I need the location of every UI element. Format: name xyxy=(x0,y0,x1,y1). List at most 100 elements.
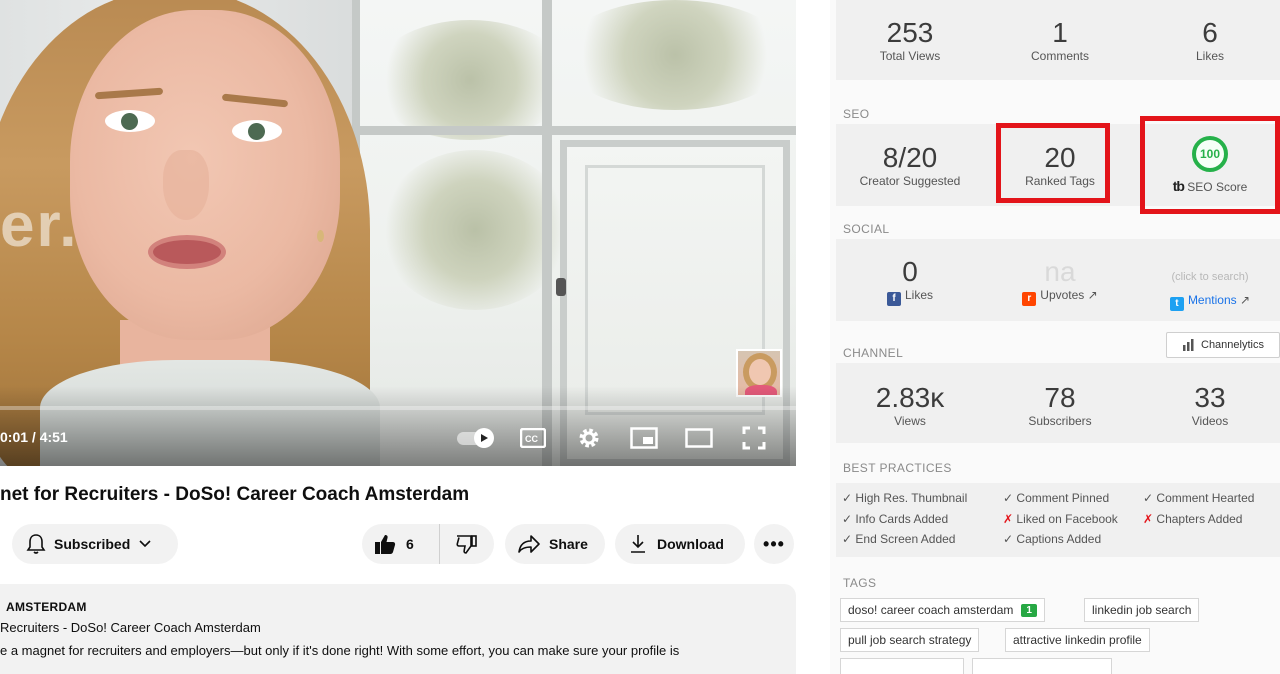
more-actions-button[interactable]: ••• xyxy=(754,524,794,564)
best-practice-item: ✓ End Screen Added xyxy=(842,532,956,546)
channel-views: 2.83ᴋ Views xyxy=(835,382,985,429)
stat-value: 78 xyxy=(1044,382,1076,413)
stat-label: Videos xyxy=(1191,414,1229,428)
subscribed-button[interactable]: Subscribed xyxy=(12,524,178,564)
stat-value: 1 xyxy=(1052,17,1068,48)
foliage xyxy=(370,20,570,140)
social-twitter[interactable]: (click to search) t Mentions ↗ xyxy=(1135,270,1280,311)
stat-label: Mentions xyxy=(1187,293,1237,307)
presenter-earring xyxy=(317,230,324,242)
stat-label: Creator Suggested xyxy=(859,174,961,188)
social-reddit[interactable]: na r Upvotes ↗ xyxy=(985,257,1135,306)
best-practice-item: ✓ Captions Added xyxy=(1003,532,1102,546)
stat-value: 6 xyxy=(1202,17,1218,48)
tag-chip[interactable] xyxy=(840,658,964,674)
tag-chip[interactable]: doso! career coach amsterdam 1 xyxy=(840,598,1045,622)
tag-rank-badge: 1 xyxy=(1021,603,1037,617)
share-arrow-icon xyxy=(518,535,540,553)
tag-text: pull job search strategy xyxy=(848,633,972,647)
stat-label: Total Views xyxy=(879,49,941,63)
tag-text: linkedin job search xyxy=(1092,603,1192,617)
stat-label: Comments xyxy=(1030,49,1089,63)
thumbs-down-icon xyxy=(456,535,477,554)
section-label-channel: CHANNEL xyxy=(843,346,904,360)
channel-subscribers: 78 Subscribers xyxy=(985,382,1135,429)
facebook-icon: f xyxy=(886,292,901,306)
description-line: e a magnet for recruiters and employers—… xyxy=(0,643,680,658)
stat-label: Likes xyxy=(1195,49,1224,63)
presenter-mouth xyxy=(148,235,226,269)
captions-icon[interactable]: CC xyxy=(518,424,548,452)
check-icon: ✓ xyxy=(1003,532,1014,546)
stat-value: 0 xyxy=(902,256,918,287)
like-button[interactable]: 6 xyxy=(362,524,440,564)
check-icon: ✓ xyxy=(842,532,853,546)
twitter-icon: t xyxy=(1169,297,1184,311)
video-title: net for Recruiters - DoSo! Career Coach … xyxy=(0,484,470,505)
cross-icon: ✗ xyxy=(1143,512,1154,526)
foliage xyxy=(560,0,790,110)
section-label-best-practices: BEST PRACTICES xyxy=(843,461,952,475)
stat-label: Views xyxy=(894,414,926,428)
miniplayer-icon[interactable] xyxy=(629,424,659,452)
like-dislike-group: 6 xyxy=(362,524,494,564)
section-label-seo: SEO xyxy=(843,107,870,121)
check-icon: ✓ xyxy=(842,491,853,505)
description-line: Recruiters - DoSo! Career Coach Amsterda… xyxy=(0,620,261,635)
tag-chip[interactable]: linkedin job search xyxy=(1084,598,1200,622)
like-count: 6 xyxy=(406,536,414,552)
settings-gear-icon[interactable] xyxy=(574,424,604,452)
tag-text: doso! career coach amsterdam xyxy=(848,603,1014,617)
tag-chip[interactable]: attractive linkedin profile xyxy=(1005,628,1150,652)
external-link-icon: ↗ xyxy=(1239,293,1251,307)
channelytics-label: Channelytics xyxy=(1201,339,1264,351)
tag-text: attractive linkedin profile xyxy=(1013,633,1142,647)
stat-label: Likes xyxy=(904,288,933,302)
autoplay-knob-icon[interactable] xyxy=(474,428,494,448)
more-dots-icon: ••• xyxy=(763,533,785,554)
tag-chip[interactable] xyxy=(972,658,1112,674)
stat-value: 33 xyxy=(1194,382,1226,413)
reddit-icon: r xyxy=(1022,292,1037,306)
section-label-tags: TAGS xyxy=(843,576,877,590)
time-display: 0:01 / 4:51 xyxy=(0,429,68,445)
stat-value: 2.83ᴋ xyxy=(875,382,945,413)
description-line: AMSTERDAM xyxy=(6,600,87,614)
video-player[interactable]: er. 0:01 / 4:51 CC xyxy=(0,0,796,466)
stat-value: 8/20 xyxy=(882,142,938,173)
theater-mode-icon[interactable] xyxy=(684,424,714,452)
seo-creator-suggested[interactable]: 8/20 Creator Suggested xyxy=(835,142,985,189)
presenter-eye xyxy=(105,110,155,132)
presenter-nose xyxy=(163,150,209,220)
door-handle xyxy=(556,278,566,296)
subscribed-label: Subscribed xyxy=(54,536,131,552)
highlight-box-ranked-tags xyxy=(996,123,1110,203)
description-box[interactable]: AMSTERDAM Recruiters - DoSo! Career Coac… xyxy=(0,584,796,674)
tag-chip[interactable]: pull job search strategy xyxy=(840,628,980,652)
social-hint: (click to search) xyxy=(1171,271,1249,283)
dislike-button[interactable] xyxy=(440,524,494,564)
stat-total-views: 253 Total Views xyxy=(835,18,985,64)
download-button[interactable]: Download xyxy=(615,524,745,564)
cross-icon: ✗ xyxy=(1003,512,1014,526)
stat-value: na xyxy=(1044,256,1076,287)
best-practice-item: ✓ Info Cards Added xyxy=(842,512,949,526)
stat-label: Upvotes xyxy=(1040,288,1085,302)
stat-label: Subscribers xyxy=(1028,414,1092,428)
download-icon xyxy=(631,535,645,553)
channel-videos: 33 Videos xyxy=(1135,382,1280,429)
check-icon: ✓ xyxy=(1003,491,1014,505)
bell-icon xyxy=(26,534,46,554)
channelytics-button[interactable]: Channelytics xyxy=(1166,332,1280,358)
progress-bar[interactable] xyxy=(0,406,796,410)
best-practice-item: ✓ Comment Hearted xyxy=(1143,491,1255,505)
best-practice-item: ✗ Chapters Added xyxy=(1143,512,1243,526)
best-practice-item: ✓ Comment Pinned xyxy=(1003,491,1110,505)
share-button[interactable]: Share xyxy=(505,524,605,564)
fullscreen-icon[interactable] xyxy=(739,424,769,452)
highlight-box-seo-score xyxy=(1140,116,1280,214)
check-icon: ✓ xyxy=(1143,491,1154,505)
window-frame xyxy=(355,126,796,135)
video-watermark: er. xyxy=(0,191,79,260)
stat-likes: 6 Likes xyxy=(1135,17,1280,64)
